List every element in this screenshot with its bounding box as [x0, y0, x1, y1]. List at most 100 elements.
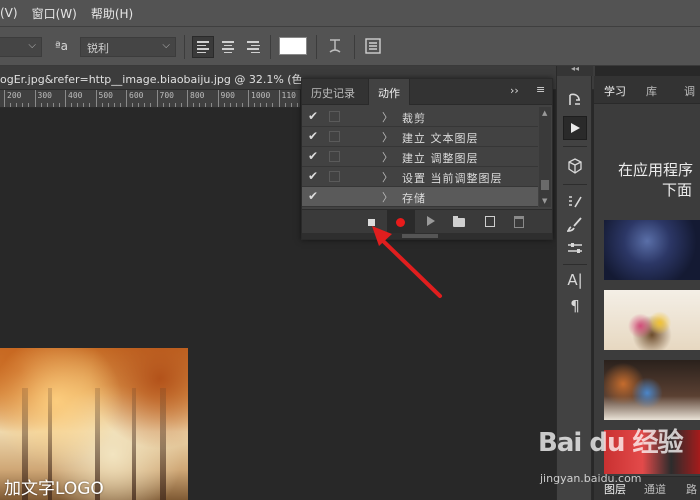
warp-text-icon[interactable] — [327, 37, 343, 55]
panel-menu-icon[interactable]: ≡ — [536, 83, 545, 96]
action-row[interactable]: ✔ 〉 设置 当前调整图层 — [302, 167, 538, 187]
ruler-tick — [211, 103, 213, 107]
ruler-tick — [138, 103, 140, 107]
ruler-tick — [235, 103, 237, 107]
ruler-label: 500 — [98, 91, 113, 100]
checkmark-icon[interactable]: ✔ — [308, 129, 318, 143]
ruler-tick — [89, 103, 91, 107]
tab-library[interactable]: 库 — [646, 83, 657, 99]
action-label: 建立 文本图层 — [402, 132, 479, 145]
scroll-thumb[interactable] — [541, 180, 549, 190]
ruler-tick — [77, 103, 79, 107]
actions-panel: 历史记录 动作 ›› ≡ ✔ 〉 裁剪 ✔ 〉 建立 文本图层 ✔ 〉 建立 调… — [301, 78, 553, 240]
expand-arrow-icon[interactable]: 〉 — [382, 189, 393, 205]
character-icon[interactable]: A| — [563, 268, 587, 292]
action-row[interactable]: ✔ 〉 建立 调整图层 — [302, 147, 538, 167]
action-row[interactable]: ✔ 〉 建立 文本图层 — [302, 127, 538, 147]
dialog-toggle[interactable] — [329, 131, 340, 142]
document-tab-title[interactable]: ogEr.jpg&refer=http__image.biaobaiju.jpg… — [0, 71, 303, 87]
ruler-tick — [290, 103, 292, 107]
tab-learn[interactable]: 学习 — [596, 76, 638, 104]
align-left-button[interactable] — [192, 36, 214, 58]
antialias-dropdown[interactable]: 锐利 ⌵ — [80, 37, 176, 57]
watermark-url: jingyan.baidu.com — [540, 472, 642, 485]
paragraph-icon[interactable]: ¶ — [563, 294, 587, 318]
cube-icon[interactable] — [563, 154, 587, 178]
menu-bar: (V) 窗口(W) 帮助(H) — [0, 0, 700, 26]
history-brush-icon[interactable] — [563, 88, 587, 112]
play-icon[interactable] — [563, 116, 587, 140]
menu-item-help[interactable]: 帮助(H) — [91, 5, 133, 22]
ruler-tick — [71, 103, 73, 107]
font-style-dropdown[interactable]: ⌵ — [0, 37, 42, 57]
checkmark-icon[interactable]: ✔ — [308, 149, 318, 163]
ruler-tick — [4, 90, 5, 107]
ruler-tick — [174, 103, 176, 107]
tab-history[interactable]: 历史记录 — [302, 79, 364, 105]
align-center-button[interactable] — [217, 36, 239, 58]
delete-trash-icon[interactable] — [514, 216, 524, 228]
action-label: 存储 — [402, 192, 426, 205]
watermark-brand: Bai du 经验 — [538, 428, 683, 458]
chevron-down-icon: ⌵ — [28, 40, 36, 51]
ruler-tick — [65, 90, 66, 107]
action-label: 设置 当前调整图层 — [402, 172, 503, 185]
actions-scrollbar[interactable]: ▲ ▼ — [539, 107, 551, 207]
ruler-tick — [260, 103, 262, 107]
learn-headline: 在应用程序 下面 — [618, 161, 694, 199]
ruler-tick — [10, 103, 12, 107]
ruler-tick — [248, 90, 249, 107]
ruler-tick — [107, 103, 109, 107]
expand-icon[interactable]: ›› — [510, 84, 519, 97]
dialog-toggle[interactable] — [329, 111, 340, 122]
baidu-watermark: Bai du 经验 jingyan.baidu.com — [538, 422, 698, 496]
ruler-tick — [58, 103, 60, 107]
expand-arrow-icon[interactable]: 〉 — [382, 149, 393, 165]
checkmark-icon[interactable]: ✔ — [308, 189, 318, 203]
expand-arrow-icon[interactable]: 〉 — [382, 129, 393, 145]
dialog-toggle[interactable] — [329, 151, 340, 162]
action-row-selected[interactable]: ✔ 〉 存储 — [302, 187, 538, 207]
menu-item-view[interactable]: (V) — [0, 6, 18, 20]
menu-item-window[interactable]: 窗口(W) — [32, 5, 77, 22]
ruler-label: 400 — [68, 91, 83, 100]
ruler-tick — [34, 90, 36, 107]
dialog-toggle[interactable] — [329, 191, 340, 202]
new-action-icon[interactable] — [485, 216, 495, 227]
ruler-label: 700 — [159, 91, 174, 100]
ruler-tick — [16, 103, 18, 107]
adjust-icon[interactable] — [563, 236, 587, 260]
checkmark-icon[interactable]: ✔ — [308, 169, 318, 183]
scroll-down-icon[interactable]: ▼ — [542, 197, 547, 205]
brush-settings-icon[interactable] — [563, 190, 587, 214]
align-right-button[interactable] — [242, 36, 264, 58]
ruler-tick — [46, 103, 48, 107]
tab-actions[interactable]: 动作 — [368, 79, 410, 105]
character-panel-icon[interactable] — [364, 37, 382, 55]
dialog-toggle[interactable] — [329, 171, 340, 182]
ruler-tick — [180, 103, 182, 107]
scroll-up-icon[interactable]: ▲ — [542, 109, 547, 117]
divider — [184, 35, 185, 59]
ruler-label: 800 — [190, 91, 205, 100]
text-color-swatch[interactable] — [279, 37, 307, 55]
ruler-tick — [187, 90, 188, 107]
tab-adjust[interactable]: 调 — [684, 83, 695, 99]
tutorial-thumbnail[interactable] — [604, 360, 700, 420]
ruler-tick — [132, 103, 134, 107]
expand-arrow-icon[interactable]: 〉 — [382, 109, 393, 125]
collapse-strip[interactable]: ◂◂ — [557, 64, 593, 76]
action-row[interactable]: ✔ 〉 裁剪 — [302, 107, 538, 127]
checkmark-icon[interactable]: ✔ — [308, 109, 318, 123]
new-set-folder-icon[interactable] — [453, 216, 465, 227]
actions-panel-tabs: 历史记录 动作 ›› ≡ — [302, 79, 552, 105]
brush-icon[interactable] — [563, 212, 587, 236]
ruler-tick — [266, 103, 268, 107]
tutorial-thumbnail[interactable] — [604, 290, 700, 350]
options-bar: ⌵ ªa 锐利 ⌵ — [0, 26, 700, 66]
expand-arrow-icon[interactable]: 〉 — [382, 169, 393, 185]
tutorial-thumbnail[interactable] — [604, 220, 700, 280]
ruler-tick — [126, 90, 127, 107]
ruler-tick — [156, 90, 158, 107]
ruler-tick — [144, 103, 146, 107]
